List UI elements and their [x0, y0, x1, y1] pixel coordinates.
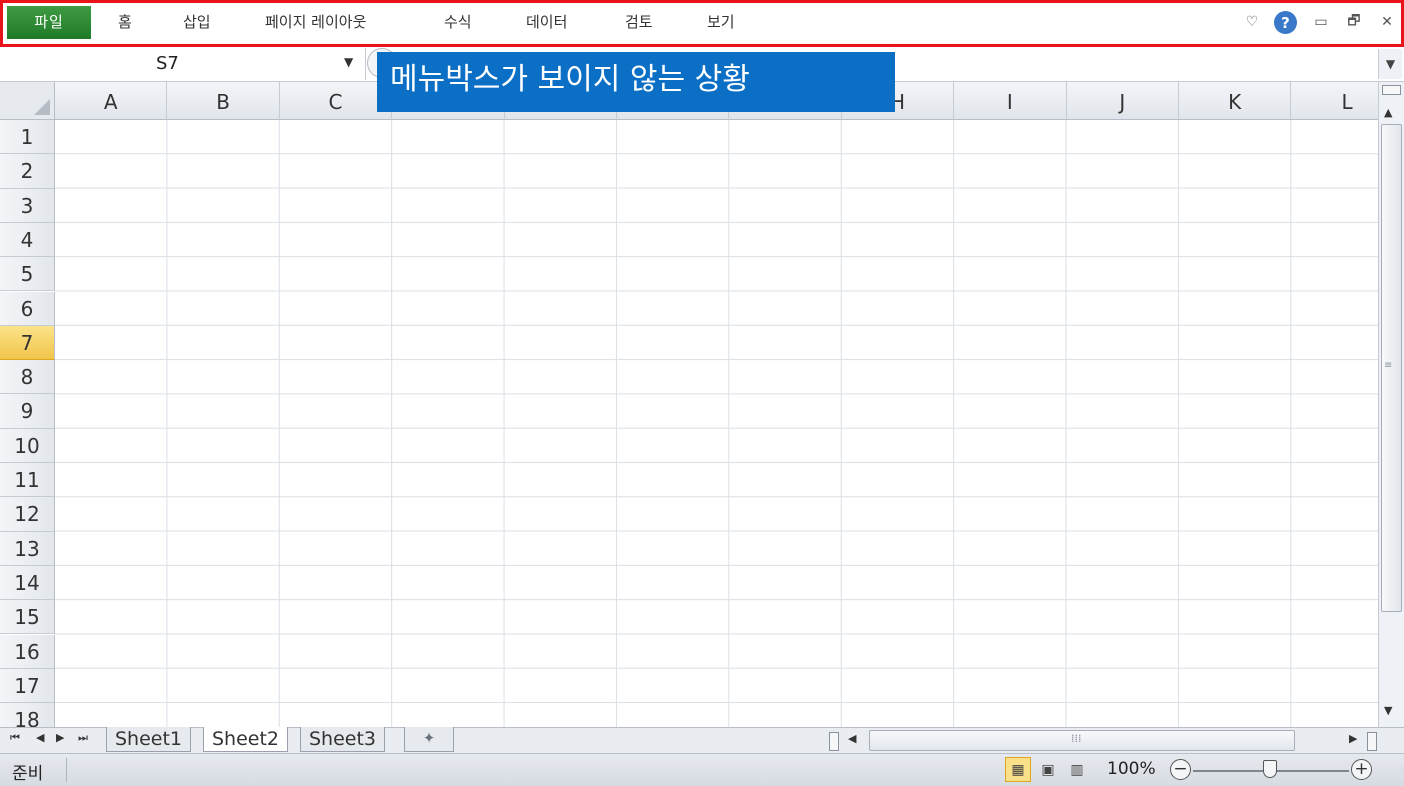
file-tab[interactable]: 파일: [7, 6, 91, 39]
row-header-9[interactable]: 9: [0, 394, 55, 429]
row-header-8[interactable]: 8: [0, 360, 55, 395]
tab-data[interactable]: 데이터: [526, 11, 567, 32]
row-header-6[interactable]: 6: [0, 291, 55, 326]
tab-review[interactable]: 검토: [625, 11, 653, 32]
expand-formula-bar-icon[interactable]: ▼: [1378, 49, 1402, 79]
zoom-level[interactable]: 100%: [1107, 759, 1156, 779]
row-header-1[interactable]: 1: [0, 120, 55, 155]
row-header-7[interactable]: 7: [0, 325, 55, 361]
ribbon-minimize-icon[interactable]: ♡: [1241, 10, 1263, 34]
row-header-17[interactable]: 17: [0, 668, 55, 704]
column-header-i[interactable]: I: [954, 82, 1067, 120]
row-header-16[interactable]: 16: [0, 634, 55, 669]
zoom-out-button[interactable]: −: [1170, 759, 1191, 780]
help-icon[interactable]: ?: [1274, 11, 1297, 34]
ribbon-tab-bar: 파일 홈 삽입 페이지 레이아웃 수식 데이터 검토 보기 ♡ ? ▭ 🗗 ✕: [0, 0, 1404, 47]
column-header-j[interactable]: J: [1066, 82, 1179, 120]
select-all-corner[interactable]: [0, 82, 55, 120]
scroll-right-icon[interactable]: ▶: [1349, 732, 1357, 745]
tab-page-layout[interactable]: 페이지 레이아웃: [265, 11, 366, 32]
column-header-a[interactable]: A: [55, 82, 168, 120]
row-header-12[interactable]: 12: [0, 497, 55, 532]
vertical-split-handle[interactable]: [1382, 85, 1401, 95]
zoom-slider-thumb[interactable]: [1263, 760, 1277, 778]
tab-formulas[interactable]: 수식: [444, 11, 472, 32]
close-window-icon[interactable]: ✕: [1376, 10, 1398, 34]
tab-view[interactable]: 보기: [707, 11, 735, 32]
row-header-18[interactable]: 18: [0, 703, 55, 727]
zoom-in-button[interactable]: +: [1351, 759, 1372, 780]
vertical-split-box[interactable]: [1367, 732, 1377, 751]
sheet-tab-sheet2[interactable]: Sheet2: [203, 727, 289, 752]
row-header-14[interactable]: 14: [0, 565, 55, 601]
column-header-k[interactable]: K: [1179, 82, 1292, 120]
minimize-window-icon[interactable]: ▭: [1310, 10, 1332, 34]
scroll-left-icon[interactable]: ◀: [848, 732, 856, 745]
column-header-c[interactable]: C: [279, 82, 393, 120]
horizontal-scroll-thumb[interactable]: [869, 730, 1295, 751]
sheet-tab-sheet3[interactable]: Sheet3: [300, 727, 386, 752]
annotation-label: 메뉴박스가 보이지 않는 상황: [377, 52, 895, 112]
row-header-3[interactable]: 3: [0, 188, 55, 223]
last-sheet-icon[interactable]: ⏭: [78, 731, 88, 745]
vertical-grip-icon: ≡: [1384, 360, 1393, 371]
tab-home[interactable]: 홈: [118, 11, 132, 32]
row-header-4[interactable]: 4: [0, 222, 55, 258]
horizontal-split-handle[interactable]: [829, 732, 839, 751]
page-break-preview-icon[interactable]: ▥: [1064, 757, 1090, 782]
row-header-2[interactable]: 2: [0, 154, 55, 189]
next-sheet-icon[interactable]: ▶: [56, 731, 64, 744]
scroll-up-icon[interactable]: ▲: [1384, 106, 1392, 119]
sheet-tab-sheet1[interactable]: Sheet1: [106, 727, 192, 752]
row-header-15[interactable]: 15: [0, 600, 55, 635]
tab-insert[interactable]: 삽입: [183, 11, 211, 32]
name-box-value: S7: [156, 53, 179, 74]
column-header-b[interactable]: B: [167, 82, 280, 120]
sheet-tab-bar: ⏮ ◀ ▶ ⏭ Sheet1 Sheet2 Sheet3 ✦ ◀ ⁞⁞⁞ ▶: [0, 727, 1404, 753]
column-header-l[interactable]: L: [1291, 82, 1378, 120]
status-divider: [66, 758, 67, 782]
first-sheet-icon[interactable]: ⏮: [10, 731, 20, 745]
row-header-11[interactable]: 11: [0, 463, 55, 498]
row-header-10[interactable]: 10: [0, 428, 55, 463]
normal-view-icon[interactable]: ▦: [1005, 757, 1031, 782]
cell-area[interactable]: [55, 120, 1378, 727]
insert-sheet-icon[interactable]: ✦: [404, 727, 454, 752]
page-layout-view-icon[interactable]: ▣: [1035, 757, 1061, 782]
vertical-scrollbar[interactable]: ▲ ≡ ▼: [1378, 82, 1404, 727]
restore-window-icon[interactable]: 🗗: [1343, 10, 1365, 34]
horizontal-grip-icon: ⁞⁞⁞: [1071, 732, 1082, 745]
row-header-5[interactable]: 5: [0, 257, 55, 292]
name-box-dropdown-icon[interactable]: ▼: [344, 55, 353, 69]
prev-sheet-icon[interactable]: ◀: [36, 731, 44, 744]
name-box[interactable]: S7 ▼: [0, 48, 366, 80]
scroll-down-icon[interactable]: ▼: [1384, 704, 1392, 717]
status-bar: 준비 ▦ ▣ ▥ 100% − +: [0, 753, 1404, 786]
row-header-13[interactable]: 13: [0, 531, 55, 566]
status-text: 준비: [12, 764, 44, 784]
worksheet-grid[interactable]: ABCDEFGHIJKL 123456789101112131415161718: [0, 82, 1378, 727]
